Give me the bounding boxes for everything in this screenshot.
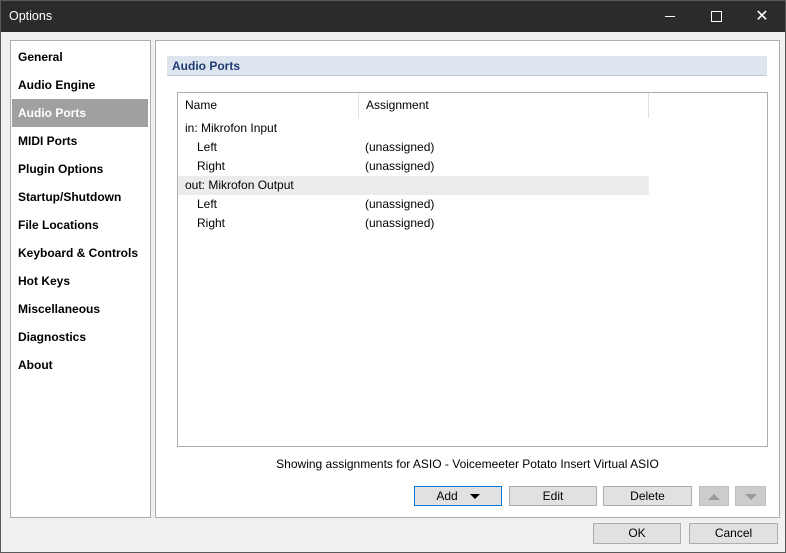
options-sidebar: General Audio Engine Audio Ports MIDI Po… [10,40,151,518]
section-title: Audio Ports [167,56,767,76]
add-button[interactable]: Add [414,486,502,506]
sidebar-item-file-locations[interactable]: File Locations [12,211,148,239]
sidebar-item-audio-engine[interactable]: Audio Engine [12,71,148,99]
sidebar-item-about[interactable]: About [12,351,148,379]
port-group-row[interactable]: out: Mikrofon Output [178,176,649,195]
arrow-down-icon [744,493,757,500]
column-header-name[interactable]: Name [178,93,359,118]
port-name: out: Mikrofon Output [185,178,294,192]
port-name: Right [197,159,226,173]
options-window: Options ✕ General Audio Engine Audio Por… [0,0,786,553]
port-name: Left [197,140,218,154]
title-bar[interactable]: Options ✕ [1,1,785,32]
port-channel-row[interactable]: Right (unassigned) [178,157,649,176]
close-icon: ✕ [755,7,769,25]
arrow-up-icon [708,493,720,500]
port-name: Right [197,216,226,230]
port-channel-row[interactable]: Left (unassigned) [178,138,649,157]
sidebar-item-keyboard-controls[interactable]: Keyboard & Controls [12,239,148,267]
minimize-icon [665,16,675,17]
port-assignment: (unassigned) [365,159,435,173]
minimize-button[interactable] [647,1,693,32]
edit-button[interactable]: Edit [509,486,597,506]
sidebar-item-audio-ports[interactable]: Audio Ports [12,99,148,127]
maximize-button[interactable] [693,1,739,32]
window-title: Options [9,9,53,23]
cancel-button[interactable]: Cancel [689,523,778,544]
maximize-icon [710,11,722,22]
sidebar-item-plugin-options[interactable]: Plugin Options [12,155,148,183]
port-assignment: (unassigned) [365,216,435,230]
sidebar-item-hot-keys[interactable]: Hot Keys [12,267,148,295]
port-name: Left [197,197,218,211]
close-button[interactable]: ✕ [739,1,785,32]
audio-ports-list[interactable]: Name Assignment in: Mikrofon Input Left … [177,92,768,447]
port-group-row[interactable]: in: Mikrofon Input [178,119,649,138]
sidebar-item-general[interactable]: General [12,43,148,71]
ok-button[interactable]: OK [593,523,681,544]
column-header-assignment[interactable]: Assignment [359,93,649,118]
port-channel-row[interactable]: Right (unassigned) [178,214,649,233]
port-name: in: Mikrofon Input [185,121,278,135]
port-assignment: (unassigned) [365,197,435,211]
sidebar-item-miscellaneous[interactable]: Miscellaneous [12,295,148,323]
content-panel: Audio Ports Name Assignment in: Mikrofon… [155,40,780,518]
move-up-button[interactable] [699,486,729,506]
sidebar-item-diagnostics[interactable]: Diagnostics [12,323,148,351]
delete-button[interactable]: Delete [603,486,692,506]
add-button-label: Add [436,489,458,503]
sidebar-item-midi-ports[interactable]: MIDI Ports [12,127,148,155]
chevron-down-icon [469,494,480,500]
sidebar-item-startup-shutdown[interactable]: Startup/Shutdown [12,183,148,211]
assignment-status-text: Showing assignments for ASIO - Voicemeet… [276,457,659,471]
port-channel-row[interactable]: Left (unassigned) [178,195,649,214]
port-assignment: (unassigned) [365,140,435,154]
move-down-button[interactable] [735,486,766,506]
